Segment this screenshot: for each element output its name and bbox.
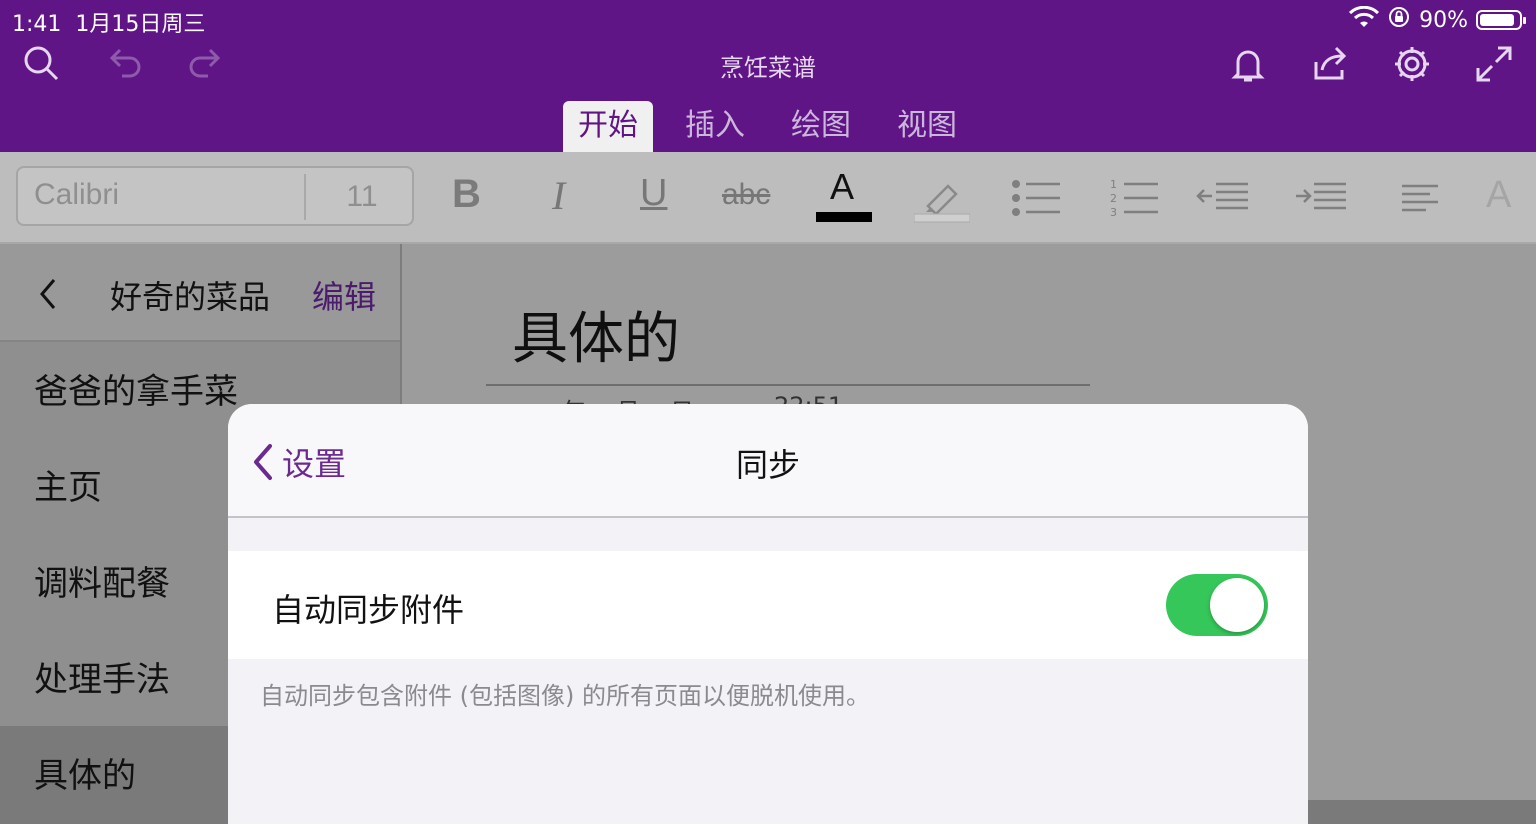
undo-icon[interactable] [104, 44, 144, 84]
toggle-knob [1210, 578, 1264, 632]
battery-fill [1480, 14, 1514, 26]
sheet-title: 同步 [735, 446, 800, 484]
auto-sync-attachments-row: 自动同步附件 [228, 551, 1308, 659]
decrease-indent-icon[interactable] [1196, 180, 1250, 220]
section-item-label: 具体的 [34, 756, 136, 796]
back-chevron-icon [254, 444, 272, 480]
app-header: 1:41 1月15日周三 90% 烹饪菜谱 开始 插入 绘图 视图 [0, 0, 1536, 152]
battery-icon [1476, 10, 1526, 30]
title-underline [486, 384, 1090, 386]
section-group-title: 好奇的菜品 [110, 278, 271, 316]
font-picker-divider [304, 174, 306, 220]
notebook-title: 烹饪菜谱 [720, 54, 816, 82]
auto-sync-attachments-label: 自动同步附件 [272, 591, 465, 629]
auto-sync-attachments-toggle[interactable] [1166, 574, 1268, 636]
font-color-letter: A [830, 166, 855, 207]
font-picker[interactable]: Calibri 11 [16, 166, 414, 226]
section-item-label: 调料配餐 [34, 564, 170, 604]
edit-button[interactable]: 编辑 [312, 272, 376, 318]
section-item-label: 爸爸的拿手菜 [34, 372, 238, 412]
italic-button[interactable]: I [552, 172, 565, 219]
settings-back-button[interactable]: 设置 [252, 440, 346, 484]
svg-text:1: 1 [1110, 178, 1117, 191]
section-item-label: 主页 [34, 468, 102, 508]
share-icon[interactable] [1310, 44, 1350, 84]
increase-indent-icon[interactable] [1294, 180, 1348, 220]
tab-home[interactable]: 开始 [563, 101, 653, 152]
strikethrough-button[interactable]: abc [722, 178, 770, 212]
sheet-nav-bar: 同步 设置 [228, 404, 1308, 518]
formatting-ribbon: Calibri 11 B I U abc A 123 A [0, 152, 1536, 244]
svg-text:2: 2 [1110, 192, 1117, 205]
highlighter-icon[interactable] [913, 172, 971, 228]
status-date: 1月15日周三 [75, 12, 206, 37]
styles-button[interactable]: A [1486, 174, 1511, 217]
settings-back-label: 设置 [282, 445, 347, 483]
search-icon[interactable] [22, 44, 62, 84]
sync-settings-sheet: 同步 设置 自动同步附件 自动同步包含附件 (包括图像) 的所有页面以便脱机使用… [228, 404, 1308, 824]
battery-percent: 90% [1419, 7, 1468, 33]
bold-button[interactable]: B [452, 172, 481, 217]
back-chevron-icon[interactable] [34, 274, 62, 314]
font-size[interactable]: 11 [330, 180, 394, 214]
font-name[interactable]: Calibri [34, 178, 119, 212]
font-color-swatch [816, 212, 872, 222]
numbered-list-icon[interactable]: 123 [1108, 178, 1160, 222]
svg-text:3: 3 [1110, 206, 1117, 218]
expand-icon[interactable] [1474, 44, 1514, 84]
auto-sync-description: 自动同步包含附件 (包括图像) 的所有页面以便脱机使用。 [260, 682, 870, 710]
status-bar-right: 90% [1349, 5, 1526, 35]
gear-icon[interactable] [1392, 44, 1432, 84]
section-item-label: 处理手法 [34, 660, 170, 700]
underline-button[interactable]: U [640, 172, 667, 215]
tab-draw[interactable]: 绘图 [776, 101, 866, 152]
font-color-button[interactable]: A [816, 166, 872, 226]
tab-insert[interactable]: 插入 [670, 101, 760, 152]
rotation-lock-icon [1387, 5, 1411, 35]
wifi-icon [1349, 5, 1380, 34]
bell-icon[interactable] [1228, 44, 1268, 84]
status-time: 1:41 1月15日周三 [12, 12, 206, 37]
bullet-list-icon[interactable] [1010, 178, 1062, 222]
section-list-header: 好奇的菜品 编辑 [0, 244, 400, 342]
page-title[interactable]: 具体的 [512, 294, 680, 375]
redo-icon[interactable] [186, 44, 226, 84]
tab-view[interactable]: 视图 [882, 101, 972, 152]
align-left-icon[interactable] [1400, 182, 1440, 218]
